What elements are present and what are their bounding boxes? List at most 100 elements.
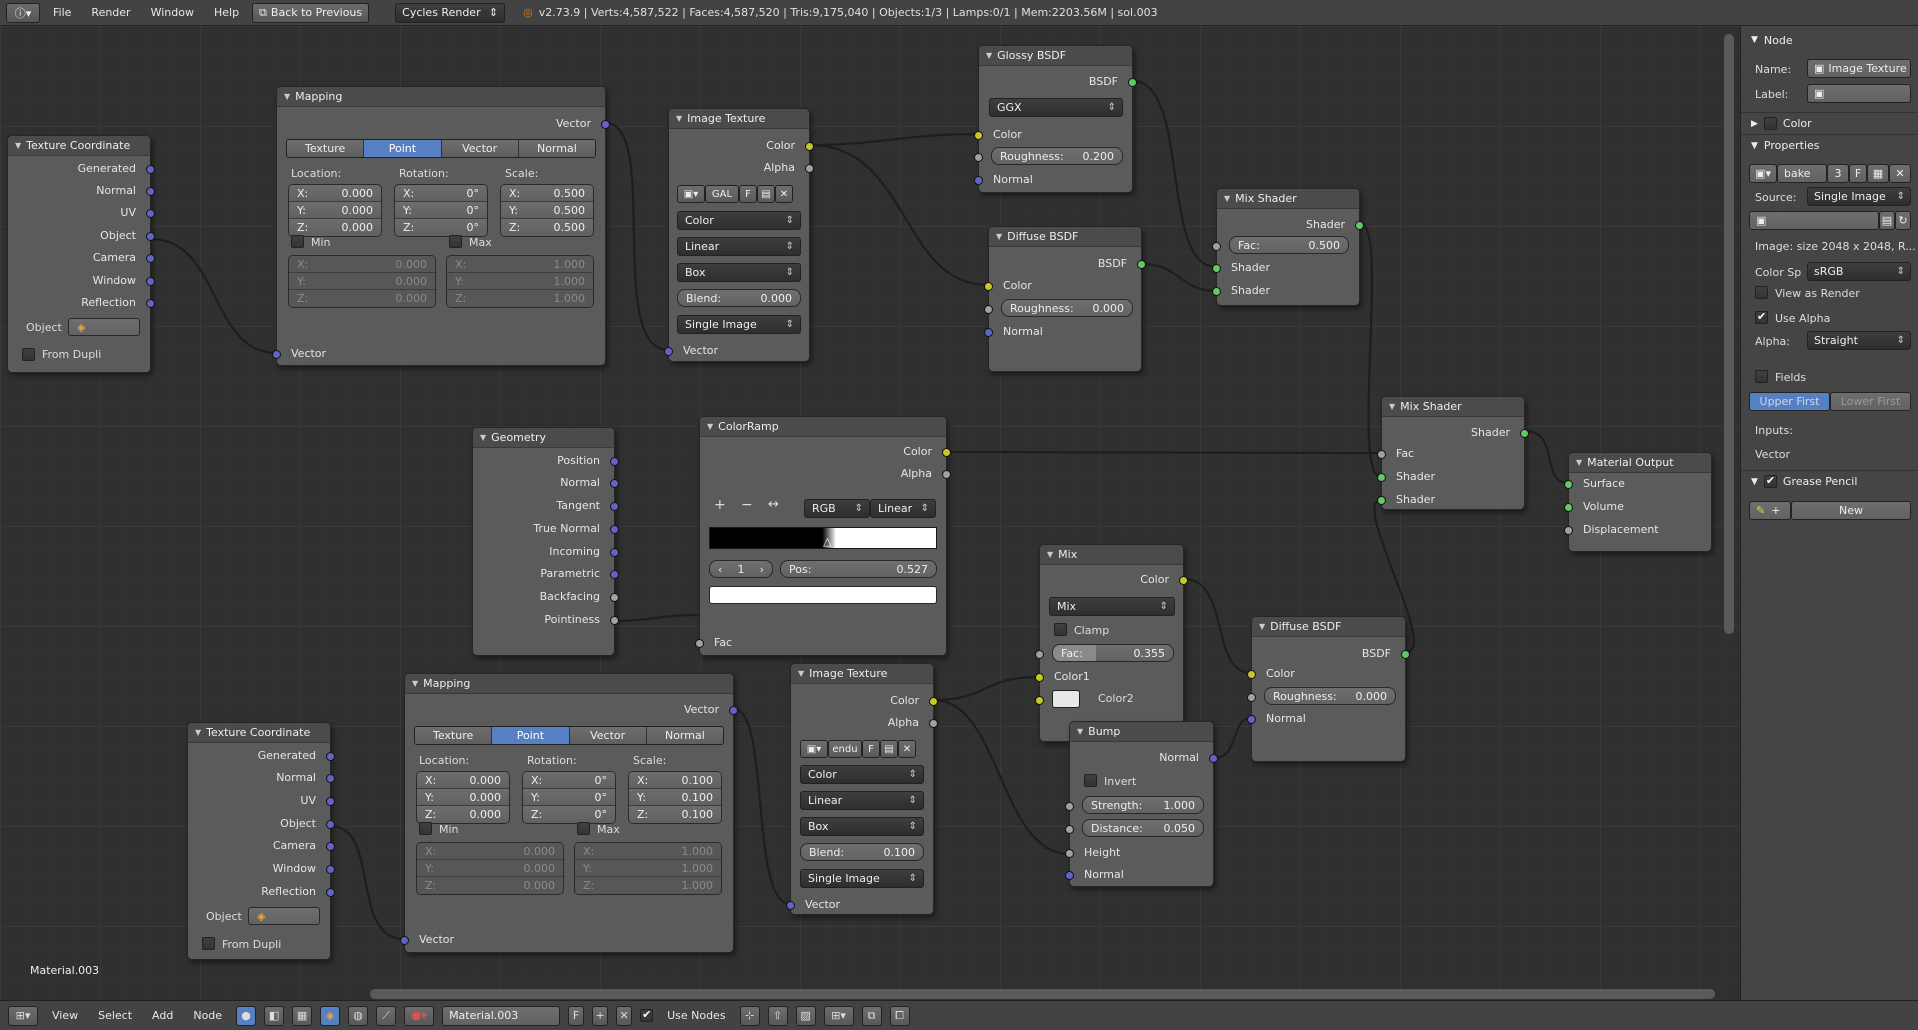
- output-socket-generated[interactable]: [146, 165, 155, 174]
- output-socket-object[interactable]: [326, 820, 335, 829]
- input-socket-vector[interactable]: [786, 901, 795, 910]
- input-socket-fac[interactable]: [695, 639, 704, 648]
- tab-normal[interactable]: Normal: [646, 727, 723, 744]
- grease-pencil-checkbox[interactable]: [1763, 474, 1777, 488]
- output-socket-shader[interactable]: [1520, 429, 1529, 438]
- node-mix-shader-2[interactable]: ▼ Mix Shader Shader Fac Shader Shader: [1377, 396, 1529, 510]
- rotation-x-field[interactable]: X: 0°: [395, 185, 487, 202]
- blend-type-dropdown[interactable]: Mix: [1049, 597, 1175, 616]
- input-socket-shader-1[interactable]: [1377, 473, 1386, 482]
- go-parent-button[interactable]: ⇧: [767, 1005, 788, 1026]
- input-socket-color1[interactable]: [1035, 673, 1044, 682]
- panel-grease-pencil-header[interactable]: ▼ Grease Pencil: [1741, 470, 1918, 492]
- stop-color-swatch[interactable]: [709, 586, 937, 604]
- pack-image-button[interactable]: ▦: [1867, 164, 1889, 183]
- input-socket-vector[interactable]: [272, 350, 281, 359]
- menu-node[interactable]: Node: [187, 1009, 228, 1022]
- source-dropdown[interactable]: Single Image: [1807, 187, 1911, 206]
- horizontal-scrollbar[interactable]: [370, 989, 1715, 999]
- fake-user-button[interactable]: F: [739, 185, 757, 203]
- image-name-field[interactable]: endu: [828, 740, 862, 758]
- output-socket-color[interactable]: [805, 142, 814, 151]
- vertical-scrollbar[interactable]: [1724, 34, 1734, 634]
- paste-nodes-button[interactable]: ⧠: [889, 1005, 910, 1026]
- snap-toggle-button[interactable]: ⊹: [739, 1005, 760, 1026]
- interpolation-dropdown[interactable]: Linear: [677, 237, 801, 256]
- use-alpha-checkbox[interactable]: [1755, 310, 1768, 324]
- editor-type-button[interactable]: ⓘ▾: [6, 2, 40, 23]
- tab-texture[interactable]: Texture: [415, 727, 493, 744]
- node-mix-shader-1[interactable]: ▼ Mix Shader Shader Fac: 0.500 Shader Shad…: [1212, 188, 1364, 306]
- node-header[interactable]: ▼ Texture Coordinate: [8, 136, 150, 156]
- tab-point[interactable]: Point: [492, 727, 570, 744]
- input-socket-color[interactable]: [984, 282, 993, 291]
- blend-field[interactable]: Blend: 0.100: [800, 843, 924, 861]
- output-socket-shader[interactable]: [1355, 221, 1364, 230]
- unlink-image-button[interactable]: ✕: [898, 740, 916, 758]
- output-socket-window[interactable]: [326, 865, 335, 874]
- output-socket-parametric[interactable]: [610, 570, 619, 579]
- collapse-icon[interactable]: ▼: [707, 422, 713, 431]
- input-socket-roughness[interactable]: [984, 305, 993, 314]
- panel-properties-header[interactable]: ▼ Properties: [1741, 134, 1918, 156]
- collapse-icon[interactable]: ▼: [1389, 402, 1395, 411]
- node-texture-coordinate-2[interactable]: ▼ Texture Coordinate Generated Normal UV …: [187, 722, 335, 960]
- node-mapping-1[interactable]: ▼ Mapping Vector Texture Point Vector Nor…: [272, 86, 610, 366]
- back-to-previous-button[interactable]: ⧉ Back to Previous: [252, 2, 370, 23]
- ramp-interpolation-dropdown[interactable]: Linear: [870, 499, 936, 518]
- stop-position-field[interactable]: Pos: 0.527: [780, 560, 937, 578]
- color-space-dropdown[interactable]: Color: [800, 765, 924, 784]
- output-socket-true-normal[interactable]: [610, 525, 619, 534]
- material-name-field[interactable]: Material.003: [442, 1005, 561, 1026]
- tab-normal[interactable]: Normal: [518, 140, 595, 157]
- image-browse-button[interactable]: ▣▾: [1749, 164, 1777, 183]
- open-image-button[interactable]: ▤: [757, 185, 775, 203]
- output-socket-bsdf[interactable]: [1137, 260, 1146, 269]
- output-socket-backfacing[interactable]: [610, 593, 619, 602]
- distance-field[interactable]: Distance: 0.050: [1082, 819, 1204, 837]
- collapse-icon[interactable]: ▼: [996, 232, 1002, 241]
- output-socket-object[interactable]: [146, 232, 155, 241]
- add-stop-icon[interactable]: +: [714, 497, 726, 513]
- node-header[interactable]: ▼ Mix Shader: [1217, 189, 1359, 209]
- label-field[interactable]: ▣: [1807, 84, 1911, 103]
- node-header[interactable]: ▼ Bump: [1070, 722, 1213, 742]
- collapse-icon[interactable]: ▼: [798, 669, 804, 678]
- max-checkbox[interactable]: [577, 822, 590, 835]
- node-image-texture-1[interactable]: ▼ Image Texture Color Alpha ▣▾ GAL F ▤ ✕ …: [664, 108, 814, 362]
- snap-element-dropdown[interactable]: ⊞▾: [823, 1005, 854, 1026]
- flip-ramp-icon[interactable]: ↔: [768, 497, 779, 512]
- collapse-icon[interactable]: ▼: [1576, 458, 1582, 467]
- input-socket-shader-1[interactable]: [1212, 264, 1221, 273]
- output-socket-vector[interactable]: [601, 120, 610, 129]
- input-socket-vector[interactable]: [664, 347, 673, 356]
- open-image-button[interactable]: ▤: [880, 740, 898, 758]
- input-socket-normal[interactable]: [974, 176, 983, 185]
- output-socket-tangent[interactable]: [610, 502, 619, 511]
- node-mapping-2[interactable]: ▼ Mapping Vector Texture Point Vector Nor…: [400, 673, 738, 953]
- from-dupli-checkbox[interactable]: [202, 937, 215, 950]
- input-socket-fac[interactable]: [1212, 242, 1221, 251]
- collapse-icon[interactable]: ▼: [15, 141, 21, 150]
- material-fake-user-button[interactable]: F: [568, 1005, 585, 1026]
- input-socket-normal[interactable]: [984, 328, 993, 337]
- tab-vector[interactable]: Vector: [441, 140, 519, 157]
- node-editor[interactable]: ▼ Texture Coordinate Generated Normal UV …: [0, 26, 1740, 1000]
- location-y-field[interactable]: Y: 0.000: [417, 789, 509, 806]
- input-socket-shader-2[interactable]: [1212, 287, 1221, 296]
- output-socket-camera[interactable]: [146, 254, 155, 263]
- distribution-dropdown[interactable]: GGX: [989, 98, 1123, 117]
- reload-button[interactable]: ↻: [1895, 211, 1911, 230]
- node-header[interactable]: ▼ Glossy BSDF: [979, 46, 1132, 66]
- output-socket-normal[interactable]: [326, 774, 335, 783]
- input-socket-color[interactable]: [1247, 670, 1256, 679]
- output-socket-alpha[interactable]: [929, 719, 938, 728]
- input-socket-fac[interactable]: [1377, 450, 1386, 459]
- node-header[interactable]: ▼ ColorRamp: [700, 417, 946, 437]
- invert-checkbox[interactable]: [1084, 774, 1097, 787]
- input-socket-volume[interactable]: [1564, 503, 1573, 512]
- collapse-icon[interactable]: ▼: [1224, 194, 1230, 203]
- rotation-y-field[interactable]: Y: 0°: [395, 202, 487, 219]
- input-socket-roughness[interactable]: [1247, 693, 1256, 702]
- source-dropdown[interactable]: Single Image: [800, 869, 924, 888]
